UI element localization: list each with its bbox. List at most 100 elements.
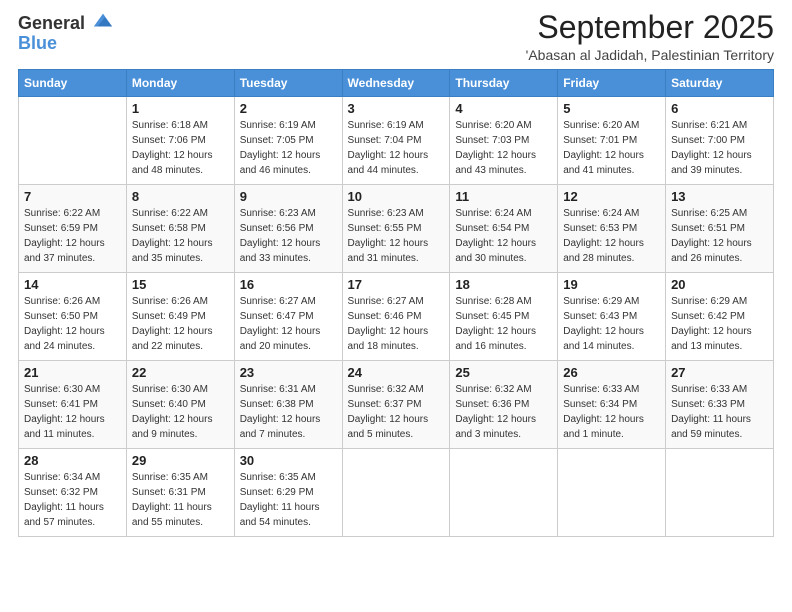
day-number: 18 — [455, 277, 552, 292]
day-info: Sunrise: 6:29 AMSunset: 6:43 PMDaylight:… — [563, 294, 660, 354]
day-info: Sunrise: 6:26 AMSunset: 6:50 PMDaylight:… — [24, 294, 121, 354]
day-info: Sunrise: 6:35 AMSunset: 6:29 PMDaylight:… — [240, 470, 337, 530]
day-info: Sunrise: 6:30 AMSunset: 6:41 PMDaylight:… — [24, 382, 121, 442]
calendar-cell: 15 Sunrise: 6:26 AMSunset: 6:49 PMDayligh… — [126, 273, 234, 361]
day-info: Sunrise: 6:25 AMSunset: 6:51 PMDaylight:… — [671, 206, 768, 266]
day-number: 24 — [348, 365, 445, 380]
calendar-cell: 27 Sunrise: 6:33 AMSunset: 6:33 PMDayligh… — [666, 361, 774, 449]
calendar-cell: 8 Sunrise: 6:22 AMSunset: 6:58 PMDaylight… — [126, 185, 234, 273]
calendar-cell: 10 Sunrise: 6:23 AMSunset: 6:55 PMDayligh… — [342, 185, 450, 273]
calendar-cell: 3Sunrise: 6:19 AMSunset: 7:04 PMDaylight… — [342, 97, 450, 185]
logo: General Blue — [18, 14, 114, 54]
day-number: 6 — [671, 101, 768, 116]
calendar-cell: 2 Sunrise: 6:19 AMSunset: 7:05 PMDaylight… — [234, 97, 342, 185]
day-info: Sunrise: 6:35 AMSunset: 6:31 PMDaylight:… — [132, 470, 229, 530]
day-number: 22 — [132, 365, 229, 380]
calendar-cell: 25 Sunrise: 6:32 AMSunset: 6:36 PMDayligh… — [450, 361, 558, 449]
day-info: Sunrise: 6:31 AMSunset: 6:38 PMDaylight:… — [240, 382, 337, 442]
calendar-body: 1 Sunrise: 6:18 AMSunset: 7:06 PMDaylight… — [19, 97, 774, 537]
logo-text: General Blue — [18, 14, 114, 54]
day-info: Sunrise: 6:26 AMSunset: 6:49 PMDaylight:… — [132, 294, 229, 354]
day-number: 2 — [240, 101, 337, 116]
day-info: Sunrise: 6:19 AMSunset: 7:04 PMDaylight:… — [348, 118, 445, 178]
calendar-cell: 21 Sunrise: 6:30 AMSunset: 6:41 PMDayligh… — [19, 361, 127, 449]
calendar-cell: 6 Sunrise: 6:21 AMSunset: 7:00 PMDaylight… — [666, 97, 774, 185]
calendar-cell — [666, 449, 774, 537]
day-number: 17 — [348, 277, 445, 292]
calendar-cell: 14 Sunrise: 6:26 AMSunset: 6:50 PMDayligh… — [19, 273, 127, 361]
day-info: Sunrise: 6:30 AMSunset: 6:40 PMDaylight:… — [132, 382, 229, 442]
day-info: Sunrise: 6:23 AMSunset: 6:55 PMDaylight:… — [348, 206, 445, 266]
day-info: Sunrise: 6:20 AMSunset: 7:01 PMDaylight:… — [563, 118, 660, 178]
month-title: September 2025 — [526, 10, 774, 45]
logo-blue: Blue — [18, 33, 57, 53]
calendar-cell: 29 Sunrise: 6:35 AMSunset: 6:31 PMDayligh… — [126, 449, 234, 537]
day-info: Sunrise: 6:28 AMSunset: 6:45 PMDaylight:… — [455, 294, 552, 354]
day-number: 14 — [24, 277, 121, 292]
day-info: Sunrise: 6:33 AMSunset: 6:33 PMDaylight:… — [671, 382, 768, 442]
day-info: Sunrise: 6:21 AMSunset: 7:00 PMDaylight:… — [671, 118, 768, 178]
calendar-cell: 20Sunrise: 6:29 AMSunset: 6:42 PMDayligh… — [666, 273, 774, 361]
subtitle: 'Abasan al Jadidah, Palestinian Territor… — [526, 47, 774, 63]
calendar-cell: 24 Sunrise: 6:32 AMSunset: 6:37 PMDayligh… — [342, 361, 450, 449]
day-number: 8 — [132, 189, 229, 204]
day-info: Sunrise: 6:22 AMSunset: 6:59 PMDaylight:… — [24, 206, 121, 266]
calendar-cell: 22 Sunrise: 6:30 AMSunset: 6:40 PMDayligh… — [126, 361, 234, 449]
day-number: 7 — [24, 189, 121, 204]
day-number: 9 — [240, 189, 337, 204]
day-info: Sunrise: 6:23 AMSunset: 6:56 PMDaylight:… — [240, 206, 337, 266]
page: General Blue September 2025 'Abasan al J… — [0, 0, 792, 612]
logo-general: General — [18, 13, 85, 33]
day-info: Sunrise: 6:32 AMSunset: 6:36 PMDaylight:… — [455, 382, 552, 442]
calendar-cell: 5Sunrise: 6:20 AMSunset: 7:01 PMDaylight… — [558, 97, 666, 185]
col-friday: Friday — [558, 70, 666, 97]
day-number: 27 — [671, 365, 768, 380]
day-number: 16 — [240, 277, 337, 292]
calendar-cell: 19Sunrise: 6:29 AMSunset: 6:43 PMDayligh… — [558, 273, 666, 361]
day-number: 10 — [348, 189, 445, 204]
day-number: 13 — [671, 189, 768, 204]
col-saturday: Saturday — [666, 70, 774, 97]
calendar-cell: 26Sunrise: 6:33 AMSunset: 6:34 PMDayligh… — [558, 361, 666, 449]
calendar-header: Sunday Monday Tuesday Wednesday Thursday… — [19, 70, 774, 97]
day-number: 21 — [24, 365, 121, 380]
day-number: 25 — [455, 365, 552, 380]
col-monday: Monday — [126, 70, 234, 97]
calendar-cell: 1 Sunrise: 6:18 AMSunset: 7:06 PMDaylight… — [126, 97, 234, 185]
day-info: Sunrise: 6:20 AMSunset: 7:03 PMDaylight:… — [455, 118, 552, 178]
col-wednesday: Wednesday — [342, 70, 450, 97]
day-info: Sunrise: 6:27 AMSunset: 6:47 PMDaylight:… — [240, 294, 337, 354]
calendar-cell: 17 Sunrise: 6:27 AMSunset: 6:46 PMDayligh… — [342, 273, 450, 361]
calendar-table: Sunday Monday Tuesday Wednesday Thursday… — [18, 69, 774, 537]
day-number: 1 — [132, 101, 229, 116]
calendar-cell: 9 Sunrise: 6:23 AMSunset: 6:56 PMDaylight… — [234, 185, 342, 273]
day-info: Sunrise: 6:24 AMSunset: 6:53 PMDaylight:… — [563, 206, 660, 266]
day-number: 30 — [240, 453, 337, 468]
col-thursday: Thursday — [450, 70, 558, 97]
calendar-week-1: 1 Sunrise: 6:18 AMSunset: 7:06 PMDaylight… — [19, 97, 774, 185]
calendar-cell: 30 Sunrise: 6:35 AMSunset: 6:29 PMDayligh… — [234, 449, 342, 537]
calendar-week-2: 7 Sunrise: 6:22 AMSunset: 6:59 PMDaylight… — [19, 185, 774, 273]
day-number: 29 — [132, 453, 229, 468]
day-number: 12 — [563, 189, 660, 204]
day-info: Sunrise: 6:19 AMSunset: 7:05 PMDaylight:… — [240, 118, 337, 178]
day-info: Sunrise: 6:32 AMSunset: 6:37 PMDaylight:… — [348, 382, 445, 442]
calendar-cell: 23Sunrise: 6:31 AMSunset: 6:38 PMDayligh… — [234, 361, 342, 449]
day-info: Sunrise: 6:18 AMSunset: 7:06 PMDaylight:… — [132, 118, 229, 178]
col-sunday: Sunday — [19, 70, 127, 97]
day-number: 15 — [132, 277, 229, 292]
day-number: 11 — [455, 189, 552, 204]
title-block: September 2025 'Abasan al Jadidah, Pales… — [526, 10, 774, 63]
header-row: Sunday Monday Tuesday Wednesday Thursday… — [19, 70, 774, 97]
day-info: Sunrise: 6:22 AMSunset: 6:58 PMDaylight:… — [132, 206, 229, 266]
calendar-cell: 18 Sunrise: 6:28 AMSunset: 6:45 PMDayligh… — [450, 273, 558, 361]
day-info: Sunrise: 6:24 AMSunset: 6:54 PMDaylight:… — [455, 206, 552, 266]
day-info: Sunrise: 6:27 AMSunset: 6:46 PMDaylight:… — [348, 294, 445, 354]
calendar-cell — [558, 449, 666, 537]
calendar-cell — [19, 97, 127, 185]
calendar-cell: 16 Sunrise: 6:27 AMSunset: 6:47 PMDayligh… — [234, 273, 342, 361]
calendar-week-4: 21 Sunrise: 6:30 AMSunset: 6:41 PMDayligh… — [19, 361, 774, 449]
day-info: Sunrise: 6:29 AMSunset: 6:42 PMDaylight:… — [671, 294, 768, 354]
calendar-week-3: 14 Sunrise: 6:26 AMSunset: 6:50 PMDayligh… — [19, 273, 774, 361]
calendar-cell: 28Sunrise: 6:34 AMSunset: 6:32 PMDayligh… — [19, 449, 127, 537]
